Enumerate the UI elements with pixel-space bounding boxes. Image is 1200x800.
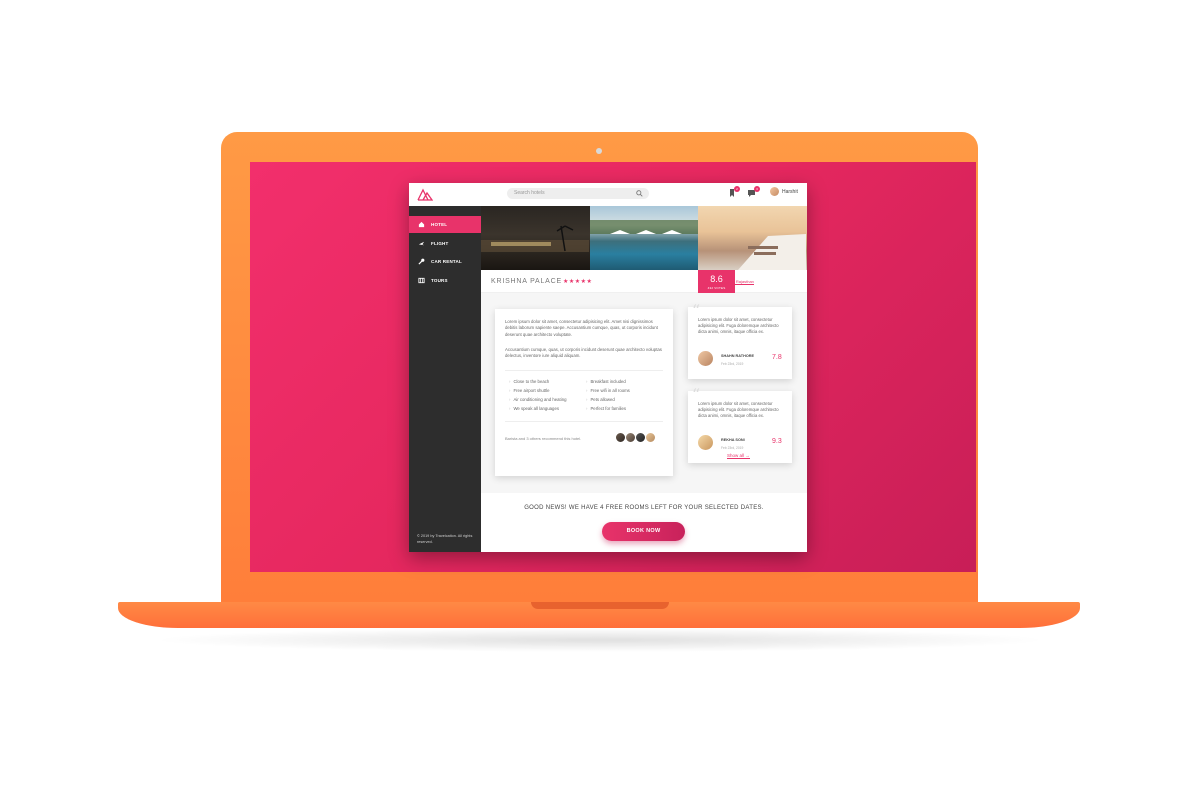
sidebar-item-hotel[interactable]: HOTEL — [409, 216, 481, 233]
hotel-name: KRISHNA PALACE — [491, 278, 562, 285]
score-badge: 8.6 432 VOTES — [698, 270, 735, 293]
sidebar-item-car-rental[interactable]: CAR RENTAL — [409, 253, 481, 270]
chevron-right-icon: › — [586, 388, 588, 393]
amenity-item: › Close to the beach — [509, 379, 549, 384]
messages-badge: 3 — [754, 186, 760, 192]
pool-umbrellas-graphic — [589, 220, 698, 234]
copyright-text: © 2019 by Travelcation. All rights reser… — [417, 534, 473, 544]
amenity-item: › Breakfast included — [586, 379, 626, 384]
camera-dot — [596, 148, 602, 154]
review-card: “ Lorem ipsum dolor sit amet, consectetu… — [688, 301, 792, 379]
avatar[interactable] — [645, 432, 656, 443]
recommend-text: Barista and 3 others recommend this hote… — [505, 436, 582, 441]
amenity-label: Pets allowed — [590, 397, 615, 402]
availability-message: GOOD NEWS! WE HAVE 4 FREE ROOMS LEFT FOR… — [524, 505, 764, 511]
sidebar-item-label: CAR RENTAL — [431, 259, 462, 264]
hotel-photo-pool[interactable] — [589, 206, 699, 270]
description-card: Lorem ipsum dolor sit amet, consectetur … — [495, 309, 673, 476]
chevron-right-icon: › — [509, 388, 511, 393]
content-area: Lorem ipsum dolor sit amet, consectetur … — [481, 293, 807, 493]
description-paragraph: Accusantium cumque, quas, ut corporis in… — [505, 347, 662, 359]
top-bar: Search hotels 2 3 Harshit — [409, 183, 807, 206]
divider — [505, 421, 663, 422]
terrace-graphic — [738, 234, 807, 270]
score-label: 432 VOTES — [707, 286, 726, 290]
bookmark-button[interactable]: 2 — [727, 186, 740, 198]
review-date: Feb 23rd, 2019 — [721, 446, 744, 450]
hotel-photo-terrace[interactable] — [698, 206, 808, 270]
amenity-label: Free airport shuttle — [513, 388, 550, 393]
amenity-item: › Perfect for families — [586, 406, 626, 411]
amenity-item: › We speak all languages — [509, 406, 559, 411]
chevron-right-icon: › — [586, 397, 588, 402]
avatar[interactable] — [698, 435, 713, 450]
amenity-label: We speak all languages — [513, 406, 559, 411]
amenity-label: Close to the beach — [513, 379, 550, 384]
laptop-mockup: Search hotels 2 3 Harshit HOTEL FLIGHT C… — [0, 0, 1200, 800]
amenity-item: › Pets allowed — [586, 397, 615, 402]
chevron-right-icon: › — [586, 406, 588, 411]
avatar[interactable] — [698, 351, 713, 366]
review-score: 9.3 — [772, 438, 782, 445]
plane-icon — [418, 241, 425, 246]
divider — [505, 370, 663, 371]
sidebar-item-label: TOURS — [431, 278, 448, 283]
search-placeholder: Search hotels — [514, 190, 545, 196]
amenity-item: › Air conditioning and heating — [509, 397, 566, 402]
hotel-photo-night[interactable] — [481, 206, 590, 270]
reviewer-name: REKHA SONI — [721, 438, 745, 442]
sidebar-item-label: HOTEL — [431, 222, 448, 227]
bookmark-badge: 2 — [734, 186, 740, 192]
review-text: Lorem ipsum dolor sit amet, consectetur … — [698, 317, 779, 335]
score-value: 8.6 — [710, 274, 723, 284]
show-all-link[interactable]: Show all → — [727, 453, 750, 459]
hotel-info-row: KRISHNA PALACE ★★★★★ Pali, Rajasthan — [481, 270, 807, 293]
sidebar-item-tours[interactable]: TOURS — [409, 272, 481, 289]
avatar[interactable] — [770, 187, 779, 196]
sidebar-item-label: FLIGHT — [431, 241, 449, 246]
chevron-right-icon: › — [509, 406, 511, 411]
amenity-label: Breakfast included — [590, 379, 626, 384]
amenity-item: › Free airport shuttle — [509, 388, 550, 393]
chevron-right-icon: › — [509, 397, 511, 402]
wrench-icon — [418, 258, 425, 265]
amenity-label: Free wifi in all rooms — [590, 388, 630, 393]
chevron-right-icon: › — [509, 379, 511, 384]
reviewer-name: SHAHN RATHORE — [721, 354, 755, 358]
laptop-shadow — [150, 628, 1050, 652]
palm-silhouette-graphic — [481, 225, 589, 252]
logo-icon[interactable] — [417, 187, 433, 201]
sidebar-item-flight[interactable]: FLIGHT — [409, 235, 481, 252]
hotel-app-window: Search hotels 2 3 Harshit HOTEL FLIGHT C… — [409, 183, 808, 552]
book-now-button[interactable]: BOOK NOW — [602, 522, 685, 541]
chevron-right-icon: › — [586, 379, 588, 384]
sidebar: HOTEL FLIGHT CAR RENTAL TOURS © 2019 by … — [409, 206, 481, 552]
map-icon — [418, 277, 425, 284]
home-icon — [418, 221, 425, 228]
search-icon[interactable] — [636, 190, 643, 197]
amenity-label: Air conditioning and heating — [513, 397, 567, 402]
user-name[interactable]: Harshit — [782, 189, 798, 195]
messages-button[interactable]: 3 — [747, 186, 760, 198]
search-input[interactable]: Search hotels — [507, 188, 649, 199]
laptop-notch — [531, 602, 669, 609]
review-score: 7.8 — [772, 354, 782, 361]
review-date: Feb 23rd, 2019 — [721, 362, 744, 366]
description-paragraph: Lorem ipsum dolor sit amet, consectetur … — [505, 319, 658, 337]
amenity-label: Perfect for families — [590, 406, 627, 411]
amenity-item: › Free wifi in all rooms — [586, 388, 630, 393]
review-text: Lorem ipsum dolor sit amet, consectetur … — [698, 401, 779, 419]
hotel-photo-gallery — [481, 206, 808, 270]
star-rating: ★★★★★ — [563, 279, 593, 285]
